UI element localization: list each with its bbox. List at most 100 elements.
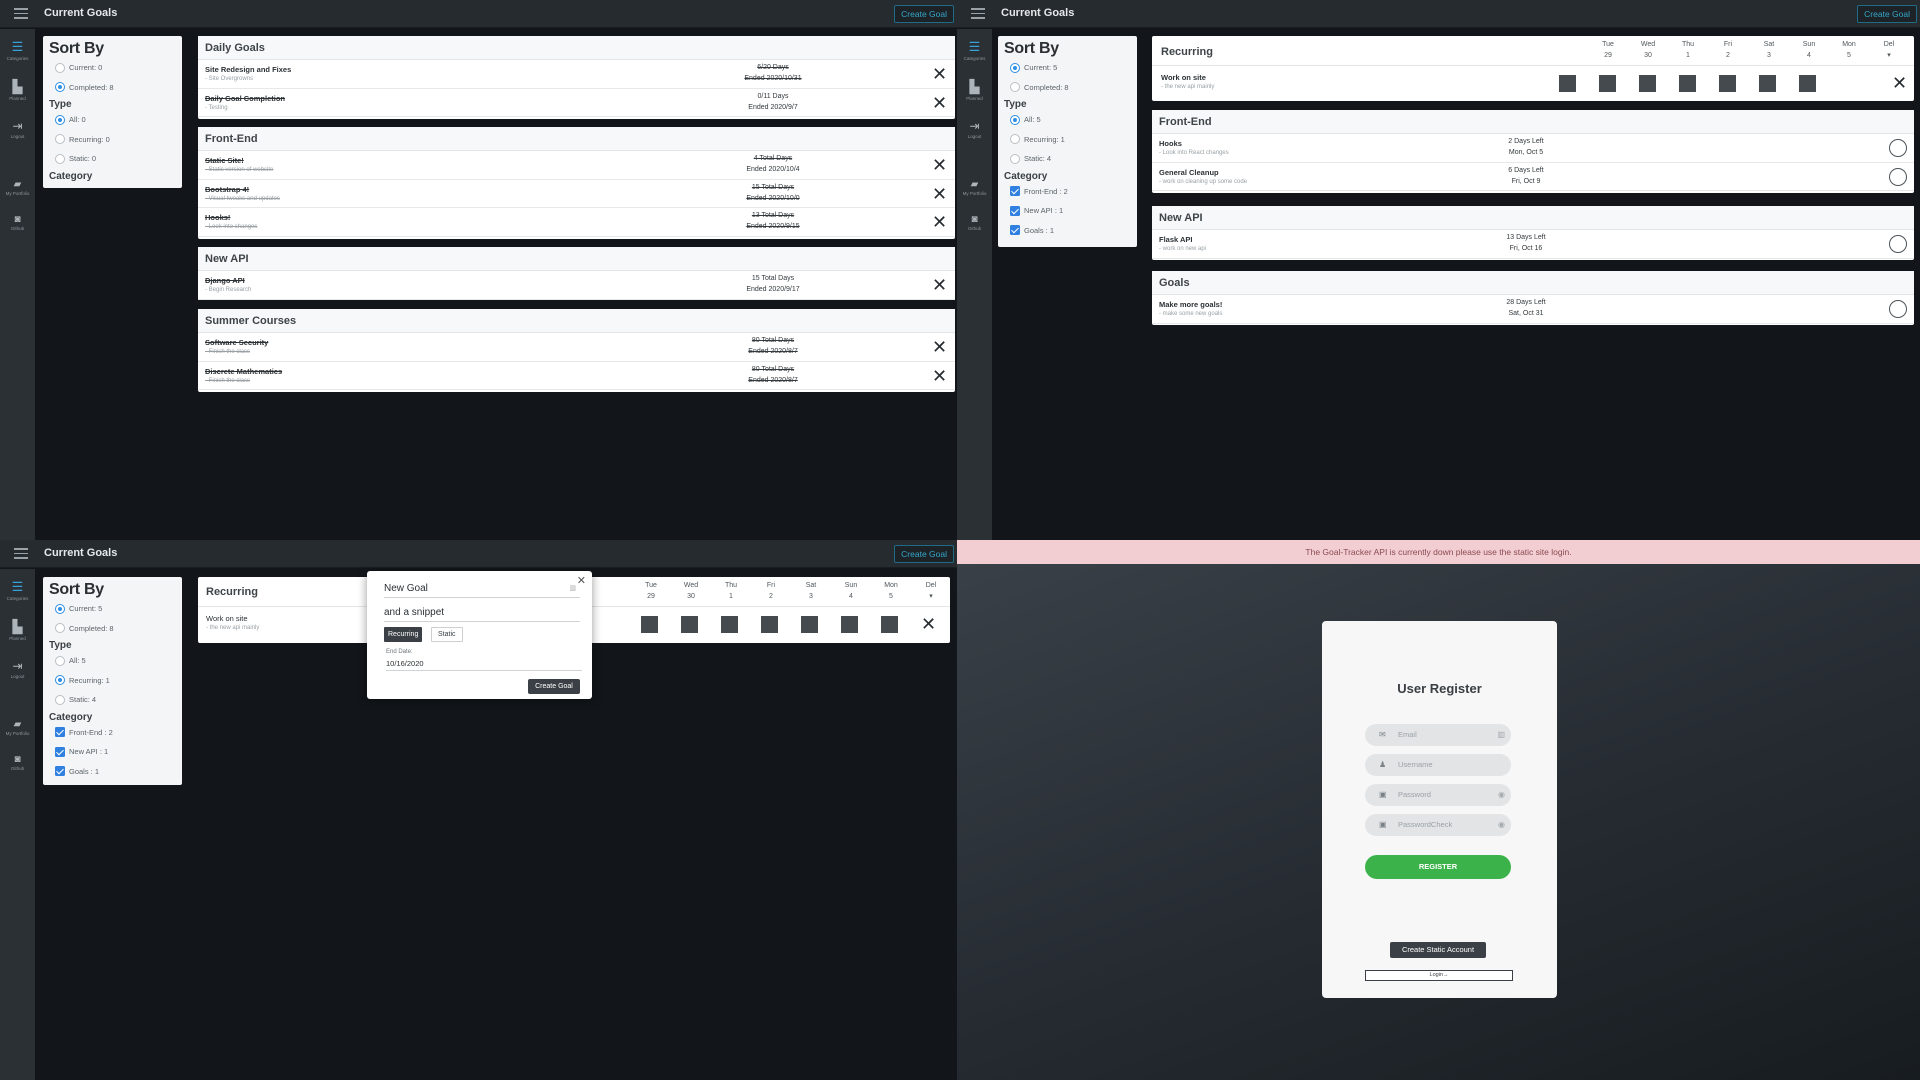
delete-icon[interactable]: ✕ xyxy=(932,367,947,385)
filter-all[interactable]: All: 0 xyxy=(49,110,176,130)
recurring-title: Recurring xyxy=(1161,46,1213,58)
register-title: User Register xyxy=(1397,681,1482,696)
day-toggle[interactable] xyxy=(681,616,698,633)
filter-cat-goals[interactable]: Goals : 1 xyxy=(49,762,176,782)
day-toggle[interactable] xyxy=(1639,75,1656,92)
delete-icon[interactable]: ✕ xyxy=(932,156,947,174)
day-toggle[interactable] xyxy=(801,616,818,633)
panel-register: The Goal-Tracker API is currently down p… xyxy=(957,540,1920,1080)
complete-toggle[interactable] xyxy=(1889,300,1907,318)
create-static-account-button[interactable]: Create Static Account xyxy=(1390,942,1486,958)
filter-completed[interactable]: Completed: 8 xyxy=(49,78,176,98)
day-toggle[interactable] xyxy=(1719,75,1736,92)
day-toggle[interactable] xyxy=(761,616,778,633)
group-title: Front-End xyxy=(198,127,955,151)
nav-github[interactable]: ◙ Github xyxy=(957,214,992,231)
logout-icon: ⇥ xyxy=(969,119,980,133)
tab-static[interactable]: Static xyxy=(431,627,463,642)
menu-icon[interactable] xyxy=(14,548,28,559)
day-toggle[interactable] xyxy=(1679,75,1696,92)
password-field[interactable]: ▣ Password ◉ xyxy=(1365,784,1511,806)
delete-icon[interactable]: ✕ xyxy=(932,276,947,294)
filter-cat-goals[interactable]: Goals : 1 xyxy=(1004,221,1131,241)
login-button[interactable]: Login→ xyxy=(1365,970,1513,981)
create-goal-button[interactable]: Create Goal xyxy=(894,545,954,563)
delete-icon[interactable]: ✕ xyxy=(932,65,947,83)
tab-recurring[interactable]: Recurring xyxy=(384,627,423,642)
filter-current[interactable]: Current: 5 xyxy=(1004,58,1131,78)
eye-icon[interactable]: ◉ xyxy=(1498,814,1505,836)
day-header: Fri 2 xyxy=(766,582,776,600)
complete-toggle[interactable] xyxy=(1889,167,1907,186)
filter-current[interactable]: Current: 5 xyxy=(49,599,176,619)
nav-planned[interactable]: ▙ Planned xyxy=(0,619,35,641)
nav-github[interactable]: ◙ Github xyxy=(0,214,35,231)
goal-title-input[interactable]: New Goal ▥ xyxy=(384,583,580,598)
filter-current[interactable]: Current: 0 xyxy=(49,58,176,78)
menu-icon[interactable] xyxy=(971,8,985,19)
goal-snippet-input[interactable]: and a snippet xyxy=(384,607,580,622)
delete-icon[interactable]: ✕ xyxy=(932,94,947,112)
delete-icon[interactable]: ✕ xyxy=(921,615,936,633)
day-toggle[interactable] xyxy=(641,616,658,633)
day-toggle[interactable] xyxy=(881,616,898,633)
day-toggle[interactable] xyxy=(721,616,738,633)
nav-portfolio[interactable]: ▰ My Portfolio xyxy=(957,179,992,196)
radio-selected-icon xyxy=(1010,114,1020,125)
filter-recurring[interactable]: Recurring: 0 xyxy=(49,130,176,150)
nav-categories[interactable]: ☰ Categories xyxy=(0,579,35,601)
nav-logout[interactable]: ⇥ Logout xyxy=(0,659,35,679)
filter-cat-front-end[interactable]: Front-End : 2 xyxy=(49,723,176,743)
eye-icon[interactable]: ◉ xyxy=(1498,784,1505,806)
nav-categories[interactable]: ☰ Categories xyxy=(0,39,35,61)
nav-logout[interactable]: ⇥ Logout xyxy=(957,119,992,139)
complete-toggle[interactable] xyxy=(1889,139,1907,157)
goal-row: Bootstrap 4! - Visual tweaks and updates … xyxy=(198,180,955,209)
portfolio-icon: ▰ xyxy=(13,719,22,730)
day-header: Mon 5 xyxy=(1842,41,1856,59)
goal-row: Site Redesign and Fixes - Site Overgrowns… xyxy=(198,60,955,89)
day-header: Tue 29 xyxy=(645,582,657,600)
filter-all[interactable]: All: 5 xyxy=(1004,110,1131,130)
delete-icon[interactable]: ✕ xyxy=(1892,74,1907,92)
delete-icon[interactable]: ✕ xyxy=(932,213,947,231)
create-goal-button[interactable]: Create Goal xyxy=(1857,5,1917,23)
password-check-field[interactable]: ▣ PasswordCheck ◉ xyxy=(1365,814,1511,836)
filter-static[interactable]: Static: 0 xyxy=(49,149,176,169)
nav-portfolio[interactable]: ▰ My Portfolio xyxy=(0,719,35,736)
filter-cat-front-end[interactable]: Front-End : 2 xyxy=(1004,182,1131,202)
day-toggle[interactable] xyxy=(1799,75,1816,92)
filter-static[interactable]: Static: 4 xyxy=(49,690,176,710)
end-date-input[interactable]: 10/16/2020 xyxy=(386,659,582,671)
day-toggle[interactable] xyxy=(841,616,858,633)
filter-all[interactable]: All: 5 xyxy=(49,651,176,671)
filter-completed[interactable]: Completed: 8 xyxy=(49,619,176,639)
create-goal-button[interactable]: Create Goal xyxy=(894,5,954,23)
nav-logout[interactable]: ⇥ Logout xyxy=(0,119,35,139)
delete-icon[interactable]: ✕ xyxy=(932,185,947,203)
sort-title: Sort By xyxy=(49,581,104,598)
filter-recurring[interactable]: Recurring: 1 xyxy=(49,671,176,691)
filter-recurring[interactable]: Recurring: 1 xyxy=(1004,130,1131,150)
filter-static[interactable]: Static: 4 xyxy=(1004,149,1131,169)
nav-github[interactable]: ◙ Github xyxy=(0,754,35,771)
email-field[interactable]: ✉ Email ▥ xyxy=(1365,724,1511,746)
delete-icon[interactable]: ✕ xyxy=(932,338,947,356)
filter-cat-new-api[interactable]: New API : 1 xyxy=(49,742,176,762)
nav-planned[interactable]: ▙ Planned xyxy=(0,79,35,101)
nav-categories[interactable]: ☰ Categories xyxy=(957,39,992,61)
username-field[interactable]: ♟ Username xyxy=(1365,754,1511,776)
nav-portfolio[interactable]: ▰ My Portfolio xyxy=(0,179,35,196)
filter-completed[interactable]: Completed: 8 xyxy=(1004,78,1131,98)
category-heading: Category xyxy=(49,170,93,182)
menu-icon[interactable] xyxy=(14,8,28,19)
filter-cat-new-api[interactable]: New API : 1 xyxy=(1004,201,1131,221)
nav-planned[interactable]: ▙ Planned xyxy=(957,79,992,101)
submit-create-goal-button[interactable]: Create Goal xyxy=(528,679,580,694)
goal-row: General Cleanup - work on cleaning up som… xyxy=(1152,163,1914,192)
day-toggle[interactable] xyxy=(1599,75,1616,92)
register-button[interactable]: REGISTER xyxy=(1365,855,1511,879)
day-toggle[interactable] xyxy=(1759,75,1776,92)
day-toggle[interactable] xyxy=(1559,75,1576,92)
complete-toggle[interactable] xyxy=(1889,235,1907,253)
